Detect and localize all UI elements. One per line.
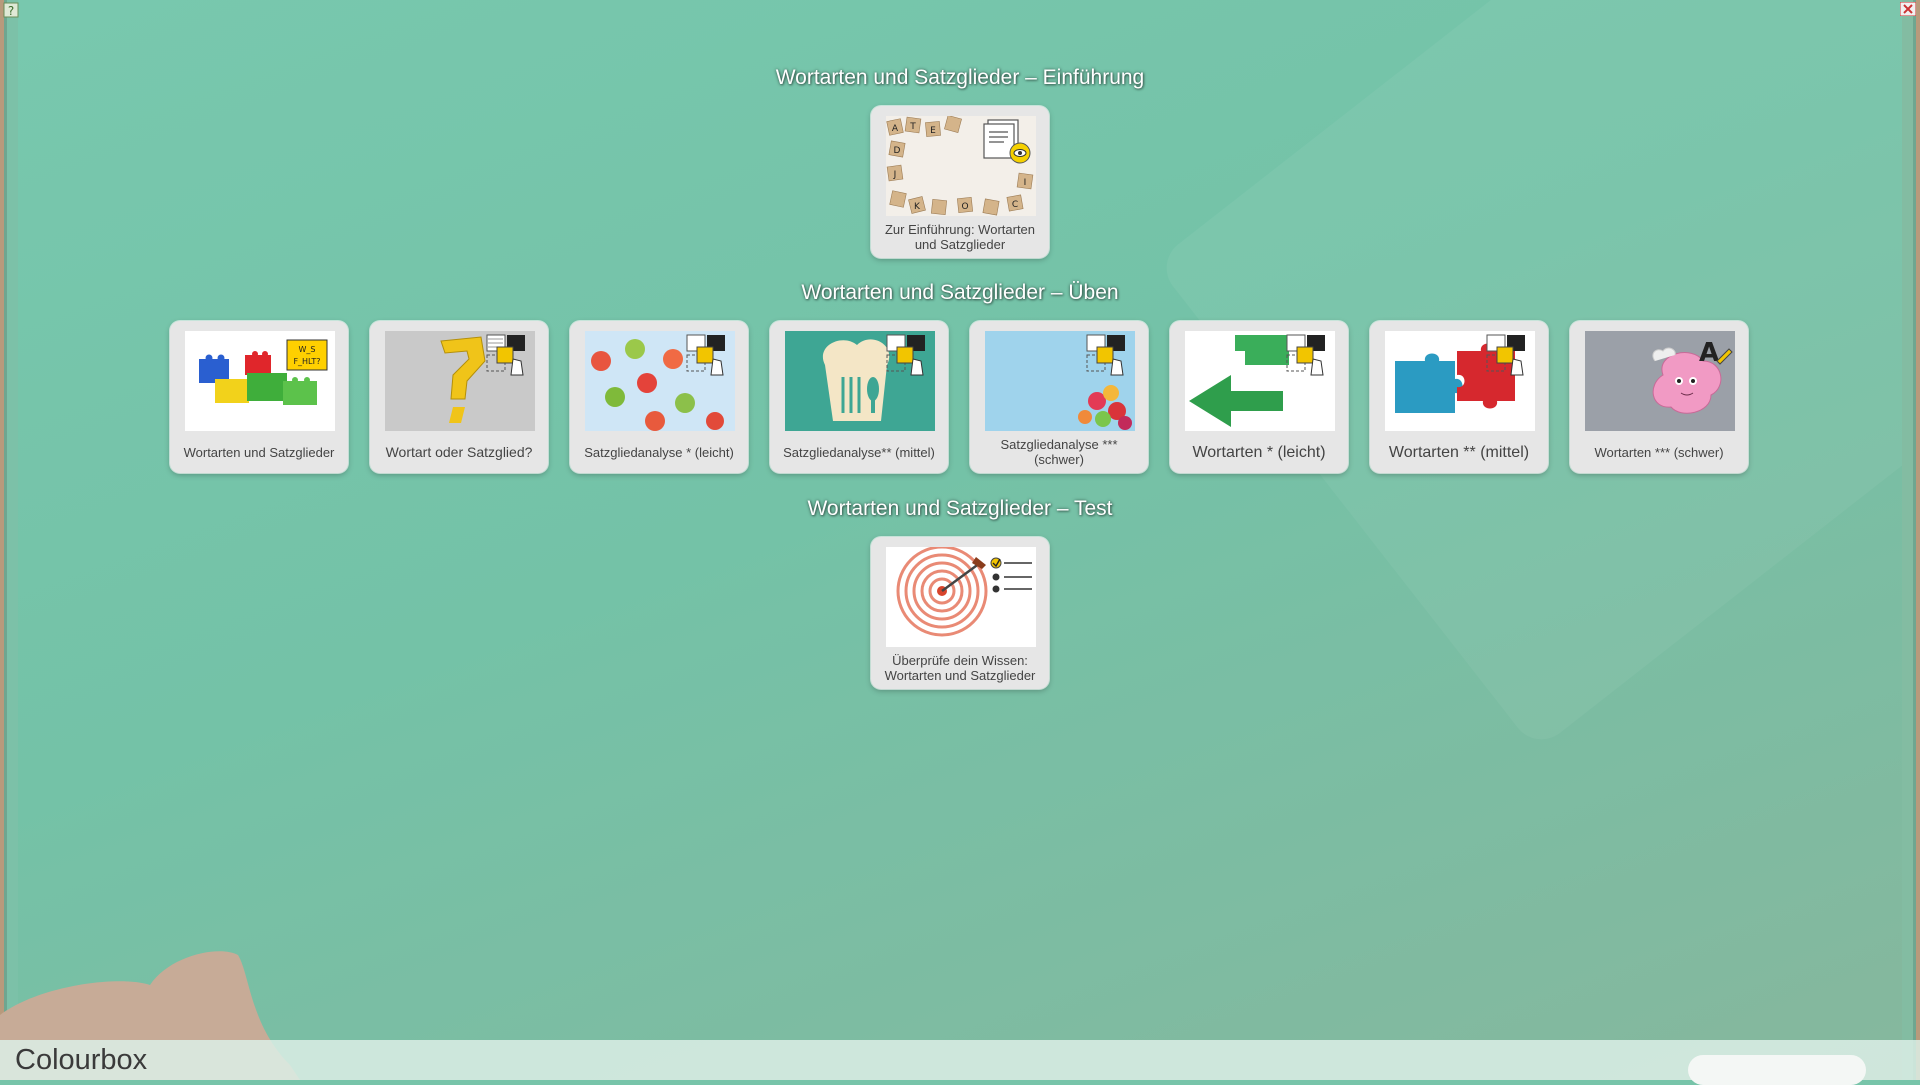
tile-label: Satzgliedanalyse *** (schwer) xyxy=(1000,437,1118,467)
svg-text:O: O xyxy=(961,202,968,212)
tile-label: Wortarten ** (mittel) xyxy=(1388,443,1530,461)
tile-label: Wortarten * (leicht) xyxy=(1192,443,1326,461)
tile-label: Satzgliedanalyse * (leicht) xyxy=(584,444,734,460)
section-title-practice: Wortarten und Satzglieder – Üben xyxy=(801,281,1119,304)
help-icon[interactable]: ? xyxy=(3,2,19,18)
tile-badge-line2: F_HLT? xyxy=(293,357,320,366)
tile-thumbnail xyxy=(886,547,1036,647)
tile-test[interactable]: Überprüfe dein Wissen: Wortarten und Sat… xyxy=(871,537,1049,689)
board-frame-right xyxy=(1902,0,1920,1080)
tile-label: Wortarten und Satzglieder xyxy=(183,444,335,460)
tile-thumbnail xyxy=(1385,331,1535,431)
svg-text:J: J xyxy=(893,170,897,180)
section-title-intro: Wortarten und Satzglieder – Einführung xyxy=(775,66,1145,89)
tile-wortarten-leicht[interactable]: Wortarten * (leicht) xyxy=(1170,321,1348,473)
tile-thumbnail xyxy=(1185,331,1335,431)
tile-label: Wortart oder Satzglied? xyxy=(385,443,533,460)
svg-text:D: D xyxy=(894,146,901,156)
svg-text:?: ? xyxy=(8,4,14,18)
tile-letter: A xyxy=(1699,338,1719,368)
board-frame-left xyxy=(0,0,18,1080)
svg-text:E: E xyxy=(930,126,936,136)
bottom-pill-decoration xyxy=(1688,1055,1866,1085)
svg-text:T: T xyxy=(909,122,916,132)
tile-thumbnail xyxy=(385,331,535,431)
tile-satzgliedanalyse-mittel[interactable]: Satzgliedanalyse** (mittel) xyxy=(770,321,948,473)
tile-wortarten-schwer[interactable]: A Wortarten *** (schwer) xyxy=(1570,321,1748,473)
svg-text:I: I xyxy=(1024,178,1027,188)
tile-wortarten-und-satzglieder[interactable]: W_S F_HLT? Wortarten und Satzglieder xyxy=(170,321,348,473)
tile-label: Zur Einführung: Wortarten und Satzgliede… xyxy=(884,222,1036,252)
tile-satzgliedanalyse-schwer[interactable]: Satzgliedanalyse *** (schwer) xyxy=(970,321,1148,473)
tile-satzgliedanalyse-leicht[interactable]: Satzgliedanalyse * (leicht) xyxy=(570,321,748,473)
tile-thumbnail: A xyxy=(1585,331,1735,431)
tile-thumbnail: ATE DJK OCI xyxy=(886,116,1036,216)
tile-wortarten-mittel[interactable]: Wortarten ** (mittel) xyxy=(1370,321,1548,473)
tile-thumbnail xyxy=(785,331,935,431)
tile-thumbnail xyxy=(585,331,735,431)
svg-text:C: C xyxy=(1012,200,1018,210)
tile-label: Satzgliedanalyse** (mittel) xyxy=(783,444,935,460)
svg-text:A: A xyxy=(892,124,899,134)
tile-intro[interactable]: ATE DJK OCI Zur Einführung: Wortarten un… xyxy=(871,106,1049,258)
image-credit: Colourbox xyxy=(15,1044,148,1076)
tile-label: Wortarten *** (schwer) xyxy=(1594,444,1724,460)
bottom-bar xyxy=(0,1040,1920,1080)
section-title-test: Wortarten und Satzglieder – Test xyxy=(807,497,1113,520)
close-icon[interactable] xyxy=(1900,2,1916,16)
tile-thumbnail: W_S F_HLT? xyxy=(185,331,335,431)
tile-badge-line1: W_S xyxy=(299,345,316,354)
tile-wortart-oder-satzglied[interactable]: Wortart oder Satzglied? xyxy=(370,321,548,473)
tile-label: Überprüfe dein Wissen: Wortarten und Sat… xyxy=(884,653,1036,683)
tile-thumbnail xyxy=(985,331,1135,431)
